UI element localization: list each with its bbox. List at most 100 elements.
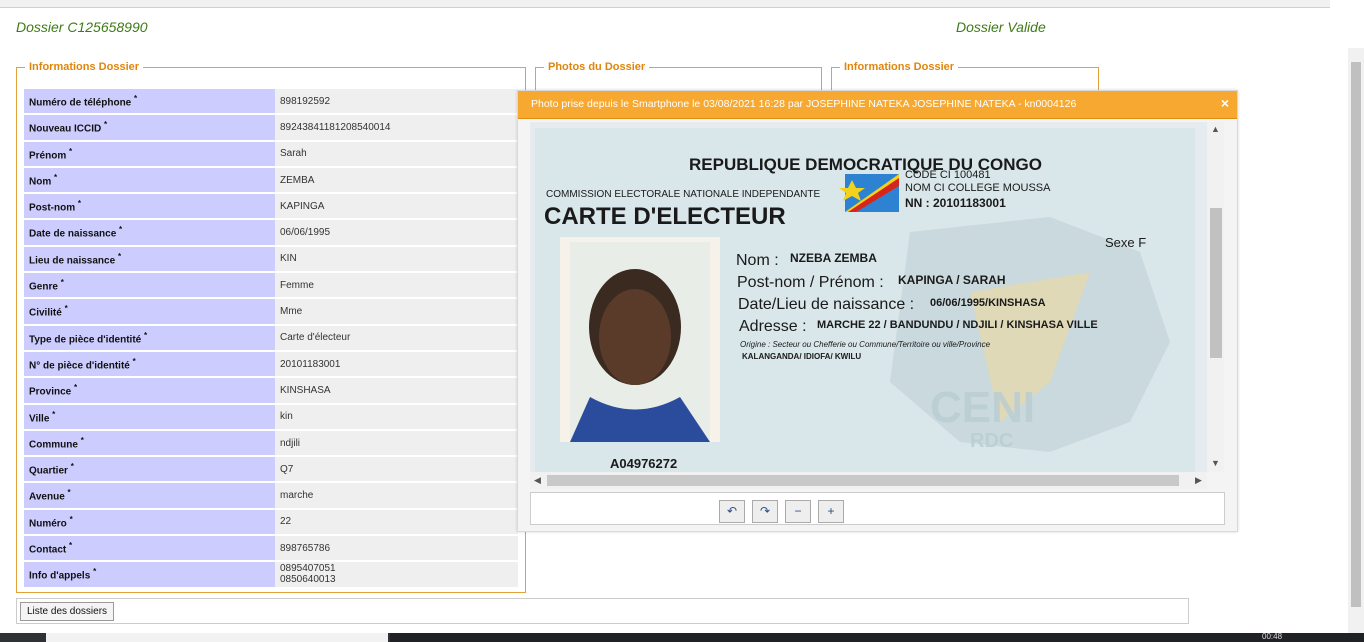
required-marker: * [54,172,58,182]
card-code-ci: CODE CI 100481 [905,169,991,181]
field-value-text: KIN [280,253,297,265]
photo-dialog-title: Photo prise depuis le Smartphone le 03/0… [531,98,1077,110]
field-label: Date de naissance * [24,220,275,245]
field-value-text: 20101183001 [280,358,341,370]
close-icon[interactable]: × [1221,95,1229,111]
info-row: Numéro * 22 [24,509,518,535]
photo-dialog-titlebar[interactable]: Photo prise depuis le Smartphone le 03/0… [518,91,1237,119]
scroll-up-icon[interactable]: ▲ [1211,124,1220,134]
field-value-text: 89243841181208540014 [280,121,391,133]
required-marker: * [80,435,84,445]
field-value: KAPINGA [275,194,518,219]
os-taskbar: 00:48 [0,632,1364,642]
field-label: Contact * [24,536,275,561]
taskbar-apps [390,633,1364,642]
viewer-horizontal-scroll-thumb[interactable] [547,475,1179,486]
field-label-text: Avenue [29,491,65,503]
field-value-text: 22 [280,516,292,528]
scroll-left-icon[interactable]: ◀ [534,475,541,486]
footer-bar: Liste des dossiers [16,598,1189,624]
field-value: ndjili [275,430,518,456]
zoom-in-icon[interactable]: + [818,500,844,523]
card-date-label: Date/Lieu de naissance : [738,296,914,313]
field-value-line: 0850640013 [280,574,336,586]
info-row: Date de naissance * 06/06/1995 [24,220,518,245]
card-nom-value: NZEBA ZEMBA [790,251,877,265]
field-label: Civilité * [24,299,275,324]
taskbar-clock: 00:48 [1262,632,1283,641]
required-marker: * [77,199,82,209]
info-row: Numéro de téléphone * 898192592 [24,89,518,114]
field-label: Nouveau ICCID * [24,115,275,140]
zoom-out-icon[interactable]: − [785,500,811,523]
info-row: Post-nom * KAPINGA [24,194,518,219]
info-row: Nom * ZEMBA [24,167,518,193]
field-label: Post-nom * [24,194,275,219]
field-label: N° de pièce d'identité * [24,351,275,377]
required-marker: * [69,146,73,156]
field-value: KIN [275,246,518,272]
field-label-text: Date de naissance [29,228,117,240]
field-value: 0895407051 0850640013 [275,562,518,587]
field-label: Numéro de téléphone * [24,89,275,114]
card-nom-ci: NOM CI COLLEGE MOUSSA [905,182,1051,194]
card-commission: COMMISSION ELECTORALE NATIONALE INDEPEND… [546,189,820,200]
viewer-horizontal-scrollbar[interactable]: ◀ ▶ [530,472,1207,489]
card-serial: A04976272 [610,456,677,471]
scroll-down-icon[interactable]: ▼ [1211,458,1220,468]
dossier-id: Dossier C125658990 [16,19,148,35]
dossier-status: Dossier Valide [956,19,1046,35]
field-value-text: 898192592 [280,95,331,107]
page-scrollbar[interactable] [1348,48,1364,633]
card-adresse-label: Adresse : [739,318,807,335]
rotate-left-icon[interactable]: ↶ [719,500,745,523]
field-value-text: Femme [280,279,314,291]
viewer-vertical-scroll-thumb[interactable] [1210,208,1222,358]
info-dossier-legend: Informations Dossier [29,61,140,73]
field-value: Sarah [275,141,518,166]
field-label: Avenue * [24,483,275,508]
photo-dialog: Photo prise depuis le Smartphone le 03/0… [517,90,1238,532]
field-label: Ville * [24,404,275,429]
card-nn: NN : 20101183001 [905,196,1006,210]
viewer-vertical-scrollbar[interactable]: ▲ ▼ [1207,122,1224,472]
field-value: Carte d'électeur [275,325,518,350]
field-value: ZEMBA [275,167,518,193]
info-row: Ville * kin [24,404,518,429]
card-type: CARTE D'ELECTEUR [544,203,786,230]
page-scroll-thumb[interactable] [1351,62,1361,607]
field-value-text: Carte d'électeur [280,332,351,344]
field-label-text: Post-nom [29,202,76,214]
required-marker: * [64,304,68,314]
field-value-text: marche [280,490,314,502]
taskbar-search-box[interactable] [46,633,388,642]
required-marker: * [67,488,71,498]
field-value: 20101183001 [275,351,518,377]
field-label-text: Civilité [29,307,62,319]
field-value: 22 [275,509,518,535]
field-label-text: Ville [29,412,50,424]
field-label-text: Info d'appels [29,570,91,582]
field-value-text: KAPINGA [280,200,325,212]
field-label: Commune * [24,430,275,456]
card-postnom-label: Post-nom / Prénom : [737,274,884,291]
photo-viewer[interactable]: REPUBLIQUE DEMOCRATIQUE DU CONGO COMMISS… [530,122,1207,472]
info-dossier-right-legend: Informations Dossier [844,61,955,73]
field-label-text: Nouveau ICCID [29,123,102,135]
field-value-text: ndjili [280,437,301,449]
card-watermark-2: RDC [970,430,1013,452]
field-value: 06/06/1995 [275,220,518,245]
rotate-right-icon[interactable]: ↷ [752,500,778,523]
required-marker: * [119,225,123,235]
dossier-list-button[interactable]: Liste des dossiers [20,602,115,621]
field-label: Info d'appels * [24,562,275,587]
field-value-text: Mme [280,306,303,318]
info-row: Lieu de naissance * KIN [24,246,518,272]
field-value-text: ZEMBA [280,174,315,186]
dossier-info-table: Numéro de téléphone * 898192592 Nouveau IC… [24,87,518,589]
scroll-right-icon[interactable]: ▶ [1195,475,1202,486]
card-origine: Origine : Secteur ou Chefferie ou Commun… [740,340,991,349]
field-value: KINSHASA [275,378,518,403]
field-label: Nom * [24,167,275,193]
required-marker: * [52,409,56,419]
